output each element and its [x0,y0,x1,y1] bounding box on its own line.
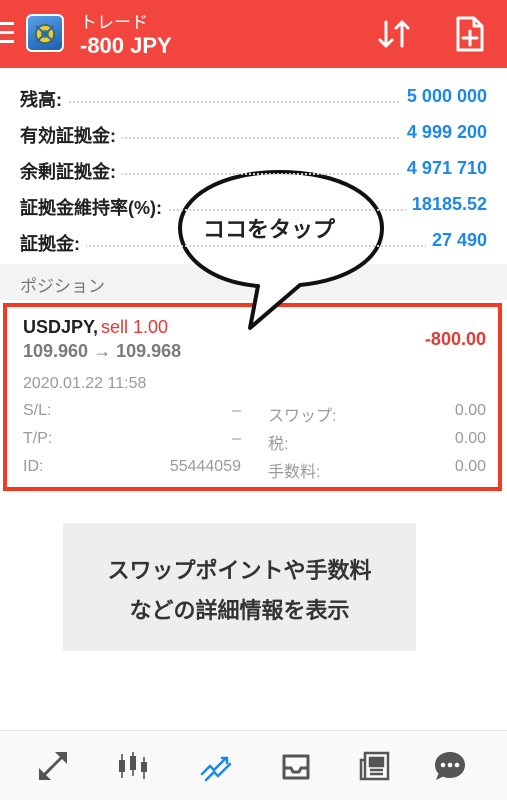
sort-icon[interactable] [374,14,414,54]
news-icon[interactable] [357,748,393,784]
quotes-icon[interactable] [35,748,71,784]
summary-label: 証拠金維持率(%): [20,194,168,220]
summary-row-balance: 残高: 5 000 000 [0,80,507,116]
fee-label: 手数料: [268,464,321,481]
app-header: トレード -800 JPY [0,0,507,68]
chart-icon[interactable] [115,748,151,784]
history-icon[interactable] [278,748,314,784]
chat-icon[interactable] [432,748,468,784]
bottom-navigation [0,730,507,800]
position-item[interactable]: USDJPY, sell 1.00 109.960 → 109.968 -800… [3,303,502,491]
page-title: トレード [80,13,148,32]
summary-value: 4 999 200 [400,122,487,143]
trade-icon[interactable] [198,748,234,784]
summary-value: 27 490 [425,230,487,251]
id-value: 55444059 [169,458,241,475]
summary-label: 余剰証拠金: [20,158,122,184]
positions-section-header: ポジション [0,264,507,300]
summary-label: 有効証拠金: [20,122,122,148]
tax-value: 0.00 [454,430,486,447]
summary-value: 5 000 000 [400,86,487,107]
summary-value: 4 971 710 [400,158,487,179]
summary-label: 残高: [20,86,68,112]
position-prices: 109.960 → 109.968 [23,341,182,361]
position-profit: -800.00 [424,329,486,349]
add-document-icon[interactable] [452,14,488,54]
position-time: 2020.01.22 11:58 [23,375,147,392]
sl-value: – [232,402,241,419]
tp-value: – [232,430,241,447]
fee-value: 0.00 [454,458,486,475]
id-label: ID: [23,458,44,475]
summary-row-equity: 有効証拠金: 4 999 200 [0,116,507,152]
info-box: スワップポイントや手数料 などの詳細情報を表示 [63,523,416,651]
app-logo-icon [26,14,64,52]
position-detail-row: ID: 55444059 手数料: 0.00 [23,458,486,482]
position-symbol: USDJPY, [23,317,99,337]
info-line-1: スワップポイントや手数料 [107,558,372,583]
position-detail-row: S/L: – スワップ: 0.00 [23,402,486,426]
tax-label: 税: [268,436,289,453]
position-detail-row: T/P: – 税: 0.00 [23,430,486,454]
info-line-2: などの詳細情報を表示 [129,598,350,623]
header-balance: -800 JPY [80,33,172,58]
position-side: sell 1.00 [101,317,169,337]
menu-icon[interactable] [0,22,14,44]
summary-value: 18185.52 [405,194,487,215]
summary-label: 証拠金: [20,230,86,256]
section-title: ポジション [20,277,105,296]
callout-text: ココをタップ [203,217,336,242]
summary-row-free-margin: 余剰証拠金: 4 971 710 [0,152,507,188]
swap-label: スワップ: [268,408,337,425]
swap-value: 0.00 [454,402,486,419]
tp-label: T/P: [23,430,53,447]
sl-label: S/L: [23,402,52,419]
